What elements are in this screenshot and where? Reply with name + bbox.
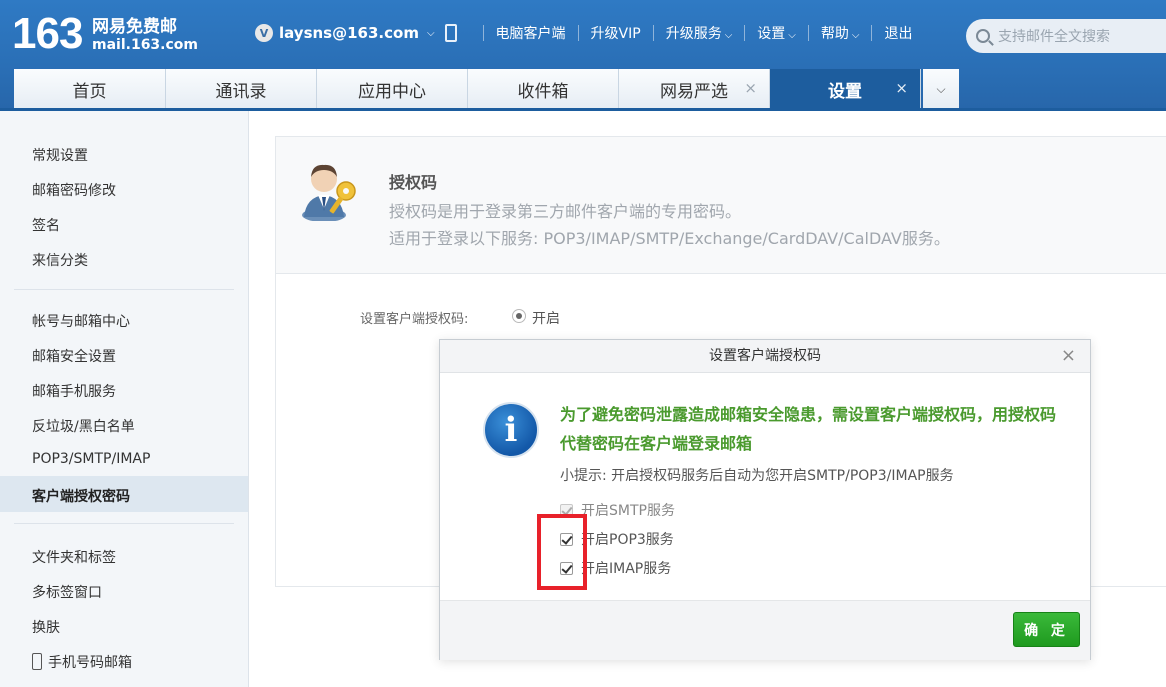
mobile-icon	[32, 653, 42, 670]
tab-label: 首页	[72, 81, 107, 102]
chevron-down-icon: ⌵	[851, 30, 860, 41]
divider	[744, 25, 746, 41]
panel-title: 授权码	[389, 173, 438, 192]
tab-home[interactable]: 首页	[14, 69, 166, 109]
upgrade-service-label: 升级服务	[665, 26, 722, 42]
info-icon: i	[483, 402, 539, 458]
logout-link[interactable]: 退出	[884, 23, 912, 43]
panel-description: 授权码是用于登录第三方邮件客户端的专用密码。 适用于登录以下服务: POP3/I…	[389, 198, 950, 252]
logo-number: 163	[12, 9, 83, 58]
sidebar-item-security[interactable]: 邮箱安全设置	[32, 346, 116, 366]
sidebar-item-multi-tab[interactable]: 多标签窗口	[32, 582, 102, 602]
panel-desc-line2: 适用于登录以下服务: POP3/IMAP/SMTP/Exchange/CardD…	[389, 229, 950, 248]
help-label: 帮助	[820, 26, 849, 42]
logo[interactable]: 163 网易免费邮 mail.163.com	[12, 9, 198, 58]
chevron-down-icon: ⌵	[788, 30, 796, 41]
divider	[14, 523, 234, 524]
chevron-down-icon: ⌵	[936, 81, 946, 96]
account-email[interactable]: laysns@163.com	[279, 24, 419, 42]
settings-menu[interactable]: 设置 ⌵	[757, 23, 796, 43]
sidebar-item-mobile-mailbox[interactable]: 手机号码邮箱	[32, 652, 132, 672]
sidebar-item-password[interactable]: 邮箱密码修改	[32, 180, 116, 200]
divider	[482, 25, 484, 41]
dialog-footer: 确 定	[440, 600, 1090, 660]
highlight-annotation-box	[537, 514, 587, 590]
sidebar-item-mail-filter[interactable]: 来信分类	[32, 250, 88, 270]
tab-settings[interactable]: 设置 ×	[770, 69, 921, 109]
divider	[577, 25, 579, 41]
settings-label: 设置	[757, 26, 786, 42]
logo-url: mail.163.com	[92, 37, 198, 53]
radio-enable-label: 开启	[532, 311, 560, 327]
sidebar-item-label: 手机号码邮箱	[48, 655, 132, 671]
logo-name: 网易免费邮	[92, 17, 177, 37]
tab-label: 网易严选	[660, 81, 728, 102]
sidebar-item-signature[interactable]: 签名	[32, 215, 60, 235]
help-menu[interactable]: 帮助 ⌵	[821, 23, 860, 43]
sidebar-item-folders[interactable]: 文件夹和标签	[32, 547, 116, 567]
close-icon[interactable]: ×	[744, 79, 757, 97]
auth-setting-label: 设置客户端授权码:	[360, 312, 469, 327]
auth-code-dialog: 设置客户端授权码 × i 为了避免密码泄露造成邮箱安全隐患，需设置客户端授权码，…	[439, 339, 1091, 660]
tab-label: 收件箱	[517, 81, 569, 102]
tab-yanxuan[interactable]: 网易严选 ×	[619, 69, 770, 109]
settings-sidebar: 常规设置 邮箱密码修改 签名 来信分类 帐号与邮箱中心 邮箱安全设置 邮箱手机服…	[0, 111, 249, 687]
chevron-down-icon[interactable]: ⌵	[427, 28, 435, 39]
tab-label: 应用中心	[358, 81, 426, 102]
dialog-tip: 小提示: 开启授权码服务后自动为您开启SMTP/POP3/IMAP服务	[560, 468, 954, 484]
smtp-label: 开启SMTP服务	[581, 503, 675, 519]
search-icon	[976, 29, 990, 43]
user-bar: V laysns@163.com ⌵ 电脑客户端 升级VIP 升级服务 ⌵ 设置 ⌵…	[255, 22, 912, 44]
search-input[interactable]: 支持邮件全文搜索	[966, 19, 1166, 53]
search-placeholder: 支持邮件全文搜索	[998, 29, 1110, 45]
pop3-label: 开启POP3服务	[581, 532, 674, 548]
tab-more-button[interactable]: ⌵	[923, 69, 959, 109]
sidebar-item-account-center[interactable]: 帐号与邮箱中心	[32, 311, 130, 331]
sidebar-item-antispam[interactable]: 反垃圾/黑白名单	[32, 416, 135, 436]
user-key-icon	[302, 164, 356, 221]
tab-label: 设置	[828, 81, 862, 102]
tab-contacts[interactable]: 通讯录	[166, 69, 317, 109]
divider	[652, 25, 654, 41]
sidebar-item-mobile-service[interactable]: 邮箱手机服务	[32, 381, 116, 401]
radio-enable[interactable]	[512, 309, 526, 323]
tab-app-center[interactable]: 应用中心	[317, 69, 468, 109]
divider	[807, 25, 809, 41]
imap-label: 开启IMAP服务	[581, 561, 672, 577]
tab-bar: 首页 通讯录 应用中心 收件箱 网易严选 × 设置 × ⌵	[14, 69, 959, 109]
confirm-button[interactable]: 确 定	[1013, 612, 1080, 647]
tab-label: 通讯录	[215, 81, 267, 102]
upgrade-service-menu[interactable]: 升级服务 ⌵	[666, 23, 733, 43]
sidebar-item-skin[interactable]: 换肤	[32, 617, 60, 637]
dialog-title: 设置客户端授权码	[709, 348, 821, 364]
dialog-header: 设置客户端授权码 ×	[440, 340, 1090, 373]
tab-inbox[interactable]: 收件箱	[468, 69, 619, 109]
sidebar-item-client-auth[interactable]: 客户端授权密码	[32, 486, 130, 506]
sidebar-item-general[interactable]: 常规设置	[32, 145, 88, 165]
dialog-warning: 为了避免密码泄露造成邮箱安全隐患，需设置客户端授权码，用授权码代替密码在客户端登…	[560, 405, 1057, 453]
upgrade-vip-link[interactable]: 升级VIP	[591, 23, 641, 43]
sidebar-item-pop3-smtp-imap[interactable]: POP3/SMTP/IMAP	[32, 451, 150, 467]
divider	[871, 25, 873, 41]
panel-desc-line1: 授权码是用于登录第三方邮件客户端的专用密码。	[389, 202, 742, 221]
top-header: 163 网易免费邮 mail.163.com V laysns@163.com …	[0, 0, 1166, 110]
panel-header: 授权码 授权码是用于登录第三方邮件客户端的专用密码。 适用于登录以下服务: PO…	[276, 137, 1166, 274]
mobile-icon[interactable]	[444, 24, 457, 42]
desktop-client-link[interactable]: 电脑客户端	[496, 23, 566, 43]
close-icon[interactable]: ×	[1061, 340, 1076, 372]
vip-badge-icon[interactable]: V	[255, 24, 273, 42]
close-icon[interactable]: ×	[895, 79, 908, 97]
chevron-down-icon: ⌵	[724, 30, 733, 41]
divider	[14, 289, 234, 290]
